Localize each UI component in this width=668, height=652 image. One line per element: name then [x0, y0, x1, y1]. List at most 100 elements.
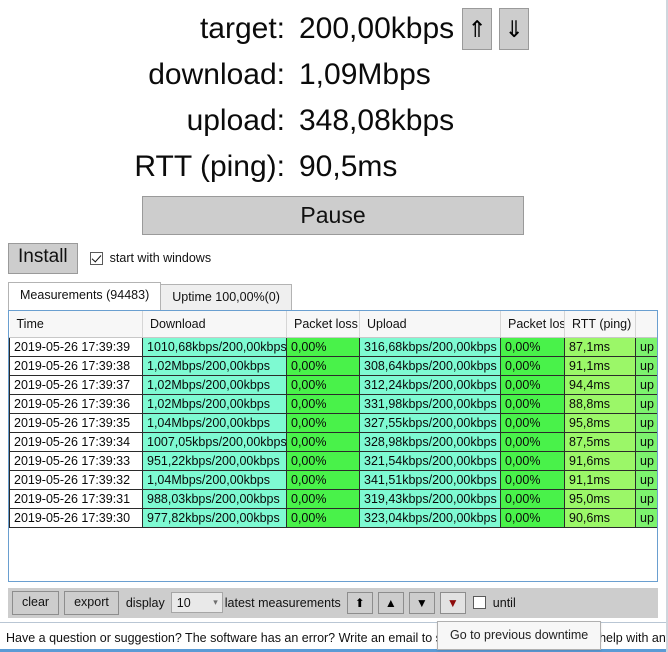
cell-packet-loss-upload: 0,00%: [501, 337, 565, 356]
cell-packet-loss-download: 0,00%: [287, 451, 360, 470]
cell-rtt: 91,1ms: [565, 470, 636, 489]
cell-time: 2019-05-26 17:39:33: [10, 451, 143, 470]
cell-packet-loss-upload: 0,00%: [501, 394, 565, 413]
table-row[interactable]: 2019-05-26 17:39:371,02Mbps/200,00kbps0,…: [10, 375, 659, 394]
increase-target-button[interactable]: ⇑: [462, 8, 492, 50]
display-label: display: [126, 596, 165, 610]
export-button[interactable]: export: [64, 591, 119, 615]
display-count-value: 10: [177, 596, 191, 610]
cell-packet-loss-download: 0,00%: [287, 375, 360, 394]
cell-upload: 308,64kbps/200,00kbps: [360, 356, 501, 375]
cell-rtt: 90,6ms: [565, 508, 636, 527]
cell-time: 2019-05-26 17:39:30: [10, 508, 143, 527]
cell-state: up: [636, 470, 659, 489]
cell-packet-loss-upload: 0,00%: [501, 375, 565, 394]
cell-rtt: 87,1ms: [565, 337, 636, 356]
cell-download: 951,22kbps/200,00kbps: [143, 451, 287, 470]
display-count-select[interactable]: 10 ▾: [171, 592, 223, 613]
checkbox-check-icon: [90, 252, 103, 265]
table-row[interactable]: 2019-05-26 17:39:31988,03kbps/200,00kbps…: [10, 489, 659, 508]
cell-state: up: [636, 432, 659, 451]
latest-measurements-label: latest measurements: [225, 596, 341, 610]
stat-row-target: target: 200,00kbps ⇑ ⇓: [0, 6, 666, 52]
cell-upload: 312,24kbps/200,00kbps: [360, 375, 501, 394]
cell-download: 977,82kbps/200,00kbps: [143, 508, 287, 527]
pause-button[interactable]: Pause: [142, 196, 524, 235]
cell-upload: 341,51kbps/200,00kbps: [360, 470, 501, 489]
table-row[interactable]: 2019-05-26 17:39:381,02Mbps/200,00kbps0,…: [10, 356, 659, 375]
target-label: target:: [0, 12, 285, 46]
table-row[interactable]: 2019-05-26 17:39:361,02Mbps/200,00kbps0,…: [10, 394, 659, 413]
cell-packet-loss-download: 0,00%: [287, 470, 360, 489]
column-header-rtt[interactable]: RTT (ping): [565, 311, 636, 338]
table-row[interactable]: 2019-05-26 17:39:391010,68kbps/200,00kbp…: [10, 337, 659, 356]
cell-packet-loss-download: 0,00%: [287, 413, 360, 432]
target-arrow-buttons: ⇑ ⇓: [462, 8, 529, 50]
cell-packet-loss-download: 0,00%: [287, 337, 360, 356]
cell-time: 2019-05-26 17:39:38: [10, 356, 143, 375]
cell-rtt: 95,0ms: [565, 489, 636, 508]
cell-time: 2019-05-26 17:39:37: [10, 375, 143, 394]
cell-state: up: [636, 337, 659, 356]
column-header-packet-loss-upload[interactable]: Packet loss: [501, 311, 565, 338]
cell-time: 2019-05-26 17:39:31: [10, 489, 143, 508]
decrease-target-button[interactable]: ⇓: [499, 8, 529, 50]
tab-measurements[interactable]: Measurements (94483): [8, 282, 161, 310]
until-checkbox[interactable]: [473, 596, 486, 609]
clear-button[interactable]: clear: [12, 591, 59, 615]
start-with-windows-checkbox[interactable]: start with windows: [90, 251, 211, 265]
install-row: Install start with windows: [0, 243, 666, 274]
tab-bar: Measurements (94483) Uptime 100,00%(0): [0, 284, 666, 310]
cell-state: up: [636, 356, 659, 375]
triangle-down-icon: ▼: [416, 597, 428, 609]
triangle-up-icon: ▲: [385, 597, 397, 609]
cell-download: 1,02Mbps/200,00kbps: [143, 356, 287, 375]
cell-state: up: [636, 394, 659, 413]
table-row[interactable]: 2019-05-26 17:39:351,04Mbps/200,00kbps0,…: [10, 413, 659, 432]
tab-uptime[interactable]: Uptime 100,00%(0): [160, 284, 292, 310]
column-header-download[interactable]: Download: [143, 311, 287, 338]
table-row[interactable]: 2019-05-26 17:39:341007,05kbps/200,00kbp…: [10, 432, 659, 451]
cell-packet-loss-upload: 0,00%: [501, 432, 565, 451]
triangle-down-red-icon: ▼: [447, 597, 459, 609]
column-header-time[interactable]: Time: [10, 311, 143, 338]
cell-time: 2019-05-26 17:39:39: [10, 337, 143, 356]
measurements-table-panel: Time Download Packet loss Upload Packet …: [8, 310, 658, 582]
cell-packet-loss-upload: 0,00%: [501, 508, 565, 527]
rtt-label: RTT (ping):: [0, 150, 285, 184]
column-header-state[interactable]: [636, 311, 659, 338]
pause-button-container: Pause: [0, 196, 666, 235]
cell-packet-loss-download: 0,00%: [287, 508, 360, 527]
arrow-up-bar-icon: ⬆: [355, 597, 365, 609]
table-row[interactable]: 2019-05-26 17:39:30977,82kbps/200,00kbps…: [10, 508, 659, 527]
rtt-value: 90,5ms: [285, 150, 397, 184]
next-measurement-button[interactable]: ▼: [409, 592, 435, 614]
stat-row-download: download: 1,09Mbps: [0, 52, 666, 98]
first-downtime-button[interactable]: ⬆: [347, 592, 373, 614]
stat-row-rtt: RTT (ping): 90,5ms: [0, 144, 666, 190]
cell-time: 2019-05-26 17:39:34: [10, 432, 143, 451]
cell-rtt: 91,1ms: [565, 356, 636, 375]
cell-rtt: 87,5ms: [565, 432, 636, 451]
cell-upload: 321,54kbps/200,00kbps: [360, 451, 501, 470]
previous-downtime-button[interactable]: ▼: [440, 592, 466, 614]
column-header-packet-loss-download[interactable]: Packet loss: [287, 311, 360, 338]
install-button[interactable]: Install: [8, 243, 78, 274]
previous-measurement-button[interactable]: ▲: [378, 592, 404, 614]
cell-state: up: [636, 489, 659, 508]
target-value: 200,00kbps: [285, 12, 454, 46]
cell-upload: 331,98kbps/200,00kbps: [360, 394, 501, 413]
bottom-toolbar: clear export display 10 ▾ latest measure…: [8, 588, 658, 618]
column-header-upload[interactable]: Upload: [360, 311, 501, 338]
cell-rtt: 88,8ms: [565, 394, 636, 413]
cell-upload: 328,98kbps/200,00kbps: [360, 432, 501, 451]
cell-packet-loss-download: 0,00%: [287, 394, 360, 413]
cell-rtt: 94,4ms: [565, 375, 636, 394]
table-row[interactable]: 2019-05-26 17:39:321,04Mbps/200,00kbps0,…: [10, 470, 659, 489]
download-label: download:: [0, 58, 285, 92]
tooltip-previous-downtime: Go to previous downtime: [437, 621, 601, 650]
table-row[interactable]: 2019-05-26 17:39:33951,22kbps/200,00kbps…: [10, 451, 659, 470]
download-value: 1,09Mbps: [285, 58, 431, 92]
cell-state: up: [636, 508, 659, 527]
upload-label: upload:: [0, 104, 285, 138]
